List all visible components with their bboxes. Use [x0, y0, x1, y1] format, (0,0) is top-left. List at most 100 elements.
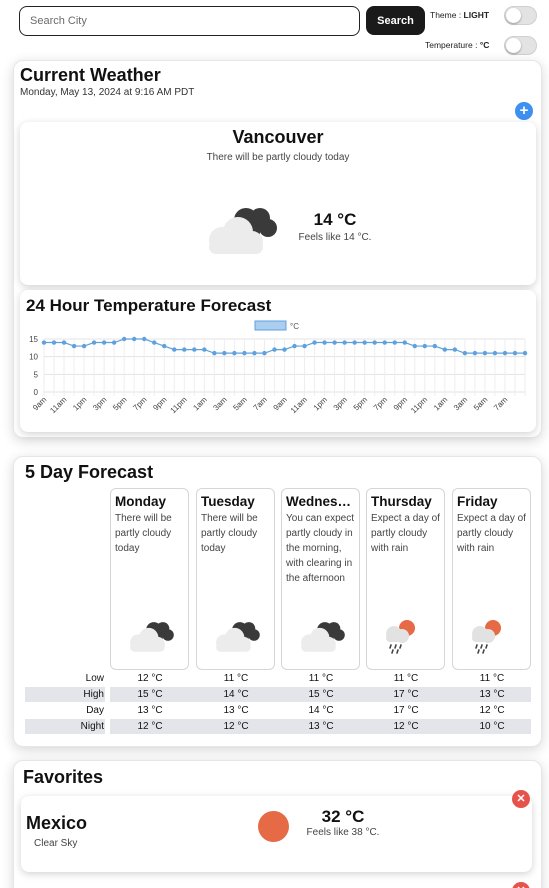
toggle-knob [506, 8, 521, 23]
row-label-night: Night [80, 721, 104, 732]
favorites-title: Favorites [23, 767, 104, 787]
data-point [252, 350, 257, 356]
x-tick-label: 11am [289, 395, 309, 415]
data-point [342, 340, 347, 345]
x-tick-label: 7am [252, 395, 270, 413]
favorite-temperature: 32 °C [321, 807, 365, 826]
x-tick-label: 9am [272, 395, 290, 413]
y-tick-label: 0 [34, 388, 39, 397]
temperature-unit-toggle[interactable] [504, 36, 537, 55]
low-temp-cell: 11 °C [308, 673, 334, 684]
data-point [452, 347, 458, 352]
toggle-knob [506, 38, 521, 53]
temperature-unit-label: Temperature : °C [425, 40, 490, 50]
data-point [362, 340, 367, 345]
forecast-day-card: Friday Expect a day of partly cloudy wit… [452, 488, 531, 670]
day-name: Tuesday [201, 494, 255, 509]
night-temp-cell: 13 °C [308, 721, 334, 732]
day-temp-cell: 14 °C [308, 705, 334, 716]
rain-sun-icon [472, 620, 501, 654]
data-point [292, 343, 297, 349]
day-temp-cell: 13 °C [137, 705, 163, 716]
data-point [232, 350, 237, 356]
x-tick-label: 5pm [352, 395, 370, 413]
low-temp-cell: 11 °C [393, 673, 419, 684]
plus-icon: + [519, 102, 529, 119]
favorite-summary: Clear Sky [34, 838, 78, 849]
high-temp-cell: 14 °C [223, 689, 249, 700]
x-tick-label: 5am [472, 395, 490, 413]
data-point [91, 340, 97, 345]
data-point [222, 350, 227, 356]
x-tick-label: 7pm [372, 395, 390, 413]
row-label-high: High [83, 689, 104, 700]
favorite-city: Mexico [26, 813, 88, 833]
data-point [272, 347, 277, 352]
day-description: Expect a day of partly cloudy with rain [457, 513, 526, 554]
low-temp-cell: 11 °C [479, 673, 505, 684]
cloudy-icon [130, 622, 174, 652]
theme-toggle[interactable] [504, 6, 537, 25]
add-favorite-button[interactable]: + [515, 102, 533, 120]
night-temp-cell: 10 °C [479, 721, 505, 732]
search-input[interactable] [19, 6, 360, 36]
x-tick-label: 7pm [131, 395, 149, 413]
forecast-day-card: Thursday Expect a day of partly cloudy w… [366, 488, 445, 670]
data-point [322, 340, 327, 345]
day-name: Friday [457, 494, 498, 509]
x-tick-label: 9pm [392, 395, 410, 413]
cloudy-icon [209, 208, 277, 254]
favorite-card[interactable]: Mexico Clear Sky 32 °C Feels like 38 °C. [21, 796, 532, 872]
close-icon: ✕ [516, 793, 526, 805]
current-temperature: 14 °C [313, 210, 357, 229]
row-label-low: Low [85, 673, 104, 684]
x-tick-label: 1am [432, 395, 450, 413]
cloudy-icon [216, 622, 260, 652]
x-tick-label: 11pm [169, 395, 189, 415]
day-name: Thursday [371, 494, 432, 509]
x-tick-label: 1pm [312, 395, 330, 413]
data-point [352, 340, 357, 345]
data-point [71, 343, 77, 349]
x-tick-label: 3am [211, 395, 229, 413]
data-point [182, 347, 187, 352]
low-temp-cell: 11 °C [223, 673, 249, 684]
data-point [101, 340, 107, 345]
data-point [372, 340, 377, 345]
low-temp-cell: 12 °C [137, 673, 163, 684]
data-point [61, 340, 67, 345]
data-point [131, 336, 137, 342]
y-tick-label: 15 [29, 335, 38, 344]
data-point [262, 350, 267, 356]
x-tick-label: 9am [31, 395, 49, 413]
remove-favorite-button[interactable]: ✕ [512, 790, 530, 808]
x-tick-label: 3am [452, 395, 470, 413]
high-temp-cell: 17 °C [393, 689, 419, 700]
current-summary: There will be partly cloudy today [206, 152, 350, 163]
data-point [41, 340, 47, 345]
high-temp-cell: 15 °C [308, 689, 334, 700]
data-point [402, 340, 407, 345]
data-point [522, 350, 528, 356]
search-button[interactable]: Search [366, 6, 425, 35]
current-feels-like: Feels like 14 °C. [298, 232, 372, 243]
data-point [502, 350, 508, 356]
current-datetime: Monday, May 13, 2024 at 9:16 AM PDT [20, 87, 195, 98]
cloudy-icon [301, 622, 345, 652]
data-point [282, 347, 287, 352]
data-point [442, 347, 448, 352]
day-description: There will be partly cloudy today [115, 513, 172, 554]
data-point [142, 336, 147, 342]
data-point [212, 350, 217, 356]
data-point [242, 350, 247, 356]
night-temp-cell: 12 °C [223, 721, 249, 732]
current-city: Vancouver [232, 127, 324, 147]
night-temp-cell: 12 °C [393, 721, 419, 732]
y-tick-label: 5 [34, 370, 39, 379]
day-temp-cell: 13 °C [223, 705, 249, 716]
data-point [172, 347, 177, 352]
x-tick-label: 1pm [71, 395, 89, 413]
data-point [482, 350, 488, 356]
x-tick-label: 9pm [151, 395, 169, 413]
data-point [192, 347, 197, 352]
